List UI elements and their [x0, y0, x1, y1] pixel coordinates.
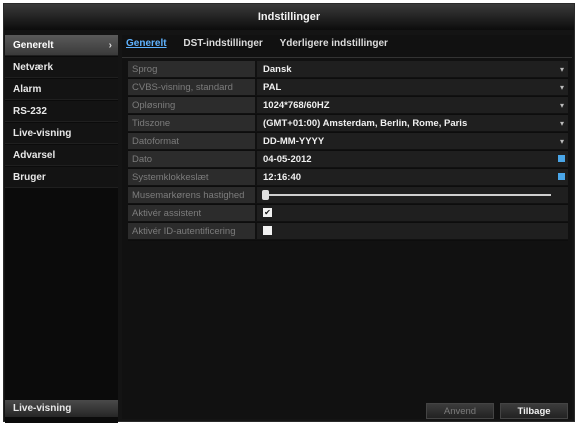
field-value: 04-05-2012: [263, 154, 312, 165]
id-auth-checkbox[interactable]: [263, 226, 272, 235]
settings-form: Sprog Dansk ▾ CVBS-visning, standard PAL ▾…: [128, 61, 568, 241]
wizard-cell: ✔: [257, 205, 568, 221]
sidebar-item-label: Generelt: [13, 40, 54, 51]
id-auth-cell: [257, 223, 568, 239]
field-label: Opløsning: [128, 97, 255, 113]
form-row-date: Dato 04-05-2012: [128, 151, 568, 169]
field-label: Datoformat: [128, 133, 255, 149]
dropdown-arrow-icon[interactable]: ▾: [560, 79, 564, 96]
live-view-button[interactable]: Live-visning: [5, 400, 118, 417]
sidebar: Generelt › Netværk Alarm RS-232 Live-vis…: [5, 35, 118, 423]
wizard-checkbox[interactable]: ✔: [263, 208, 272, 217]
cvbs-select[interactable]: PAL ▾: [257, 79, 568, 95]
settings-window: Indstillinger Generelt › Netværk Alarm R…: [3, 3, 575, 423]
field-value: (GMT+01:00) Amsterdam, Berlin, Rome, Par…: [263, 118, 468, 129]
back-button[interactable]: Tilbage: [500, 403, 568, 419]
tab-yderligere-indstillinger[interactable]: Yderligere indstillinger: [280, 38, 388, 49]
field-value: Dansk: [263, 64, 292, 75]
system-time-field[interactable]: 12:16:40: [257, 169, 568, 185]
field-label: Tidszone: [128, 115, 255, 131]
calendar-icon[interactable]: [558, 155, 565, 162]
sidebar-item-netvaerk[interactable]: Netværk: [5, 57, 118, 78]
date-format-select[interactable]: DD-MM-YYYY ▾: [257, 133, 568, 149]
field-value: PAL: [263, 82, 282, 93]
field-label: Musemarkørens hastighed: [128, 187, 255, 203]
sidebar-item-live-visning[interactable]: Live-visning: [5, 123, 118, 144]
clock-icon[interactable]: [558, 173, 565, 180]
dropdown-arrow-icon[interactable]: ▾: [560, 133, 564, 150]
form-row-resolution: Opløsning 1024*768/60HZ ▾: [128, 97, 568, 115]
sidebar-item-label: Bruger: [13, 172, 46, 183]
dropdown-arrow-icon[interactable]: ▾: [560, 97, 564, 114]
form-row-wizard: Aktivér assistent ✔: [128, 205, 568, 223]
form-row-timezone: Tidszone (GMT+01:00) Amsterdam, Berlin, …: [128, 115, 568, 133]
field-value: 1024*768/60HZ: [263, 100, 330, 111]
form-row-mouse-speed: Musemarkørens hastighed: [128, 187, 568, 205]
chevron-right-icon: ›: [108, 40, 112, 51]
form-row-date-format: Datoformat DD-MM-YYYY ▾: [128, 133, 568, 151]
window-title: Indstillinger: [4, 4, 574, 30]
settings-panel: Generelt DST-indstillinger Yderligere in…: [122, 35, 572, 419]
form-row-id-auth: Aktivér ID-autentificering: [128, 223, 568, 241]
tab-bar: Generelt DST-indstillinger Yderligere in…: [126, 38, 402, 54]
tab-generelt[interactable]: Generelt: [126, 38, 167, 49]
sidebar-item-rs232[interactable]: RS-232: [5, 101, 118, 122]
resolution-select[interactable]: 1024*768/60HZ ▾: [257, 97, 568, 113]
field-label: Aktivér assistent: [128, 205, 255, 221]
field-value: DD-MM-YYYY: [263, 136, 325, 147]
timezone-select[interactable]: (GMT+01:00) Amsterdam, Berlin, Rome, Par…: [257, 115, 568, 131]
sidebar-item-label: Advarsel: [13, 150, 56, 161]
sidebar-item-label: RS-232: [13, 106, 47, 117]
mouse-speed-slider[interactable]: [262, 190, 551, 200]
field-label: Systemklokkeslæt: [128, 169, 255, 185]
sidebar-item-label: Live-visning: [13, 128, 72, 139]
date-field[interactable]: 04-05-2012: [257, 151, 568, 167]
language-select[interactable]: Dansk ▾: [257, 61, 568, 77]
tab-divider: [122, 57, 572, 58]
dropdown-arrow-icon[interactable]: ▾: [560, 115, 564, 132]
form-row-system-time: Systemklokkeslæt 12:16:40: [128, 169, 568, 187]
sidebar-item-advarsel[interactable]: Advarsel: [5, 145, 118, 166]
slider-handle[interactable]: [262, 190, 269, 200]
form-row-language: Sprog Dansk ▾: [128, 61, 568, 79]
sidebar-item-generelt[interactable]: Generelt ›: [5, 35, 118, 56]
sidebar-item-bruger[interactable]: Bruger: [5, 167, 118, 188]
sidebar-item-label: Netværk: [13, 62, 54, 73]
field-value: 12:16:40: [263, 172, 302, 183]
sidebar-item-label: Alarm: [13, 84, 42, 95]
field-label: Sprog: [128, 61, 255, 77]
field-label: Dato: [128, 151, 255, 167]
dropdown-arrow-icon[interactable]: ▾: [560, 61, 564, 78]
mouse-speed-cell: [257, 187, 568, 203]
form-row-cvbs: CVBS-visning, standard PAL ▾: [128, 79, 568, 97]
sidebar-item-alarm[interactable]: Alarm: [5, 79, 118, 100]
field-label: CVBS-visning, standard: [128, 79, 255, 95]
tab-dst-indstillinger[interactable]: DST-indstillinger: [183, 38, 262, 49]
field-label: Aktivér ID-autentificering: [128, 223, 255, 239]
apply-button[interactable]: Anvend: [426, 403, 494, 419]
